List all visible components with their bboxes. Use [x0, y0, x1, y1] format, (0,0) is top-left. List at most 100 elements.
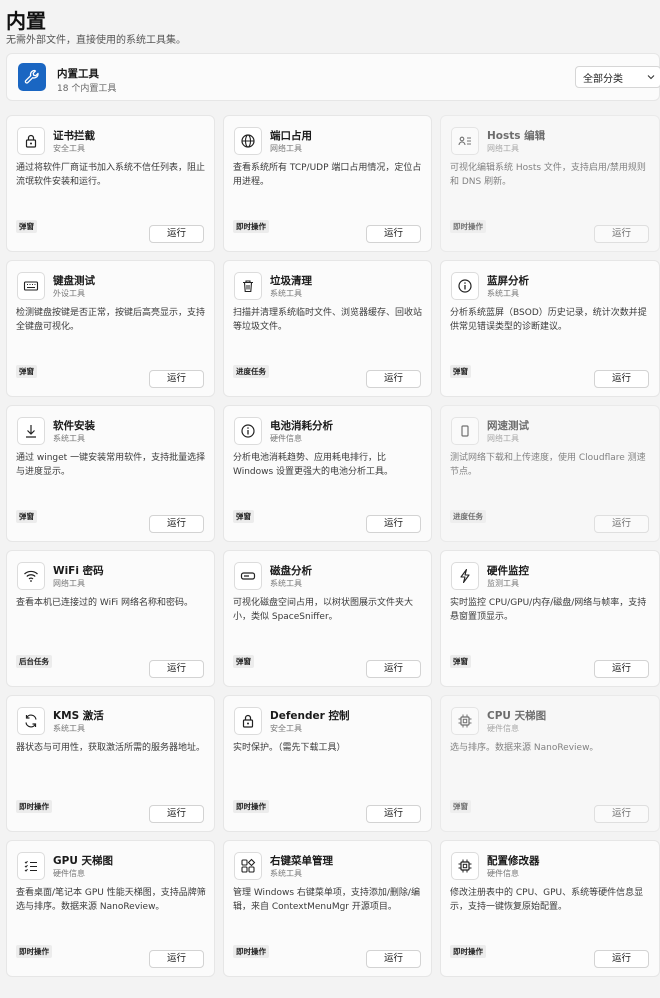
tool-card[interactable]: 电池消耗分析 硬件信息分析电池消耗趋势、应用耗电排行，比 Windows 设置更强… — [223, 405, 432, 542]
run-button[interactable]: 运行 — [366, 225, 421, 243]
lightning-icon — [457, 568, 473, 584]
tool-type-tag: 弹窗 — [450, 365, 471, 378]
tool-card[interactable]: KMS 激活 系统工具 器状态与可用性，获取激活所需的服务器地址。 即时操作 运行 — [6, 695, 215, 832]
tool-card[interactable]: Hosts 编辑 网络工具 可视化编辑系统 Hosts 文件，支持启用/禁用规则和 … — [440, 115, 660, 252]
tool-type-tag: 即时操作 — [233, 800, 269, 813]
run-button[interactable]: 运行 — [594, 660, 649, 678]
summary-title: 内置工具 — [57, 68, 99, 80]
run-button[interactable]: 运行 — [366, 805, 421, 823]
tool-icon — [451, 417, 479, 445]
tool-icon — [234, 562, 262, 590]
tool-category: 网络工具 — [487, 434, 519, 443]
tool-category: 硬件信息 — [487, 869, 519, 878]
tool-name: 蓝屏分析 — [487, 275, 529, 287]
tool-category: 网络工具 — [270, 144, 302, 153]
tool-description: 分析电池消耗趋势、应用耗电排行，比 Windows 设置更强大的电池分析工具。 — [233, 453, 394, 477]
chip-icon — [457, 858, 473, 874]
info-icon — [457, 278, 473, 294]
summary-count: 18 个内置工具 — [57, 84, 117, 94]
tool-card[interactable]: 网速测试 网络工具 测试网络下载和上传速度，使用 Cloudflare 测速节点。进… — [440, 405, 660, 542]
tool-name: 键盘测试 — [53, 275, 95, 287]
tool-description: 查看系统所有 TCP/UDP 端口占用情况，定位占用进程。 — [233, 163, 422, 187]
run-button[interactable]: 运行 — [594, 950, 649, 968]
tool-name: 磁盘分析 — [270, 565, 312, 577]
wrench-icon — [18, 63, 46, 91]
run-button[interactable]: 运行 — [149, 370, 204, 388]
category-filter-value: 全部分类 — [583, 74, 623, 85]
tool-name: 端口占用 — [270, 130, 312, 142]
tool-icon — [17, 707, 45, 735]
tool-category: 硬件信息 — [270, 434, 302, 443]
tool-description: 器状态与可用性，获取激活所需的服务器地址。 — [16, 743, 206, 753]
tool-type-tag: 弹窗 — [16, 365, 37, 378]
run-button[interactable]: 运行 — [149, 515, 204, 533]
tool-category: 硬件信息 — [53, 869, 85, 878]
tool-card[interactable]: 右键菜单管理 系统工具 管理 Windows 右键菜单项，支持添加/删除/编辑，来自… — [223, 840, 432, 977]
run-button[interactable]: 运行 — [366, 370, 421, 388]
tool-card[interactable]: CPU 天梯图 硬件信息 选与排序。数据来源 NanoReview。 弹窗 运行 — [440, 695, 660, 832]
tool-icon — [17, 272, 45, 300]
tool-type-tag: 即时操作 — [16, 945, 52, 958]
tool-card[interactable]: Defender 控制 安全工具 实时保护。（需先下载工具） 即时操作 运行 — [223, 695, 432, 832]
tool-name: Hosts 编辑 — [487, 130, 546, 142]
run-button[interactable]: 运行 — [366, 515, 421, 533]
run-button[interactable]: 运行 — [149, 660, 204, 678]
tool-name: 电池消耗分析 — [270, 420, 333, 432]
tool-card[interactable]: 键盘测试 外设工具 检测键盘按键是否正常，按键后高亮显示，支持全键盘可视化。 弹窗 运行 — [6, 260, 215, 397]
run-button[interactable]: 运行 — [594, 370, 649, 388]
tool-name: 网速测试 — [487, 420, 529, 432]
tool-card[interactable]: 软件安装 系统工具 通过 winget 一键安装常用软件，支持批量选择与进度显示。弹… — [6, 405, 215, 542]
tool-card[interactable]: 蓝屏分析 系统工具 分析系统蓝屏（BSOD）历史记录，统计次数并提供常见错误类型的诊… — [440, 260, 660, 397]
tool-icon — [234, 127, 262, 155]
tool-category: 硬件信息 — [487, 724, 519, 733]
run-button[interactable]: 运行 — [366, 950, 421, 968]
run-button[interactable]: 运行 — [366, 660, 421, 678]
tool-description: 可视化磁盘空间占用，以树状图展示文件夹大小，类似 SpaceSniffer。 — [233, 598, 414, 622]
tool-card[interactable]: 硬件监控 监测工具 实时监控 CPU/GPU/内存/磁盘/网络与帧率，支持悬窗置顶显… — [440, 550, 660, 687]
tool-description: 管理 Windows 右键菜单项，支持添加/删除/编辑，来自 ContextMe… — [233, 888, 420, 912]
tool-name: 硬件监控 — [487, 565, 529, 577]
tool-description: 分析系统蓝屏（BSOD）历史记录，统计次数并提供常见错误类型的诊断建议。 — [450, 308, 647, 332]
refresh-icon — [23, 713, 39, 729]
tool-name: GPU 天梯图 — [53, 855, 113, 867]
tool-card[interactable]: 配置修改器 硬件信息 修改注册表中的 CPU、GPU、系统等硬件信息显示，支持一键恢… — [440, 840, 660, 977]
tool-icon — [451, 707, 479, 735]
tool-icon — [234, 272, 262, 300]
wifi-icon — [23, 568, 39, 584]
tool-description: 检测键盘按键是否正常，按键后高亮显示，支持全键盘可视化。 — [16, 308, 206, 332]
run-button[interactable]: 运行 — [594, 805, 649, 823]
tool-card[interactable]: 证书拦截 安全工具 通过将软件厂商证书加入系统不信任列表，阻止流氓软件安装和运行。弹… — [6, 115, 215, 252]
tool-type-tag: 即时操作 — [450, 220, 486, 233]
tool-card[interactable]: WiFi 密码 网络工具 查看本机已连接过的 WiFi 网络名称和密码。 后台任务 运行 — [6, 550, 215, 687]
run-button[interactable]: 运行 — [594, 225, 649, 243]
run-button[interactable]: 运行 — [149, 225, 204, 243]
tool-category: 系统工具 — [270, 579, 302, 588]
tool-card[interactable]: 磁盘分析系统工具可视化磁盘空间占用，以树状图展示文件夹大小，类似 SpaceSn… — [223, 550, 432, 687]
tool-icon — [17, 127, 45, 155]
tool-category: 系统工具 — [53, 724, 85, 733]
tool-icon — [17, 417, 45, 445]
hosts-icon — [457, 133, 473, 149]
keyboard-icon — [23, 278, 39, 294]
category-filter-select[interactable]: 全部分类 — [575, 66, 660, 88]
run-button[interactable]: 运行 — [149, 950, 204, 968]
tool-category: 安全工具 — [53, 144, 85, 153]
tool-icon — [234, 852, 262, 880]
tool-icon — [17, 852, 45, 880]
phone-icon — [457, 423, 473, 439]
tool-type-tag: 即时操作 — [450, 945, 486, 958]
tool-card[interactable]: 垃圾清理 系统工具 扫描并清理系统临时文件、浏览器缓存、回收站等垃圾文件。 进度任务 运… — [223, 260, 432, 397]
apps-icon — [240, 858, 256, 874]
tool-card[interactable]: 端口占用 网络工具 查看系统所有 TCP/UDP 端口占用情况，定位占用进程。 即时操… — [223, 115, 432, 252]
page-subtitle: 无需外部文件，直接使用的系统工具集。 — [6, 35, 186, 46]
tool-card[interactable]: GPU 天梯图 硬件信息 查看桌面/笔记本 GPU 性能天梯图，支持品牌筛选与排序。… — [6, 840, 215, 977]
run-button[interactable]: 运行 — [594, 515, 649, 533]
tool-name: WiFi 密码 — [53, 565, 104, 577]
tool-description: 通过 winget 一键安装常用软件，支持批量选择与进度显示。 — [16, 453, 206, 477]
tool-category: 网络工具 — [487, 144, 519, 153]
tool-type-tag: 后台任务 — [16, 655, 52, 668]
tool-type-tag: 弹窗 — [450, 655, 471, 668]
run-button[interactable]: 运行 — [149, 805, 204, 823]
tool-icon — [451, 127, 479, 155]
tool-grid: 证书拦截 安全工具 通过将软件厂商证书加入系统不信任列表，阻止流氓软件安装和运行。弹… — [6, 115, 660, 977]
